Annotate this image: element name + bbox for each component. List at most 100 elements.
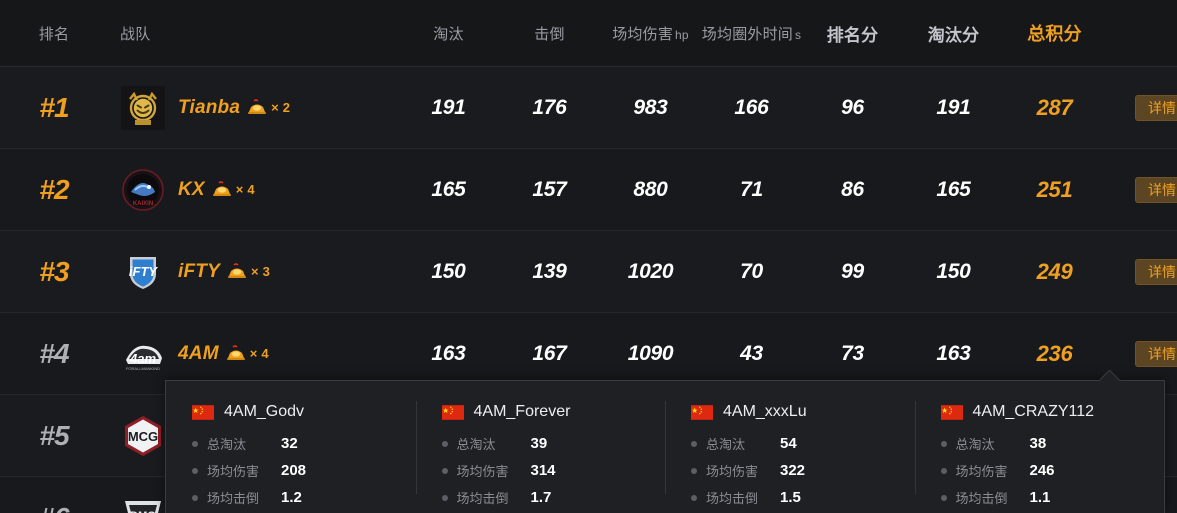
damage-cell: 880 (600, 178, 701, 202)
stat-row-total-elims: 总淘汰 54 (691, 434, 915, 453)
player-name: 4AM_CRAZY112 (972, 403, 1095, 420)
bullet-icon (192, 467, 198, 474)
stat-value: 39 (530, 435, 548, 452)
team-name-text: iFTY (178, 260, 220, 282)
player-card: 4AM_Godv 总淘汰 32 场均伤害 208 场均击倒 1.2 (166, 381, 416, 513)
team-cell: Tianba × 2 (108, 85, 398, 131)
details-button-label: 详情 (1148, 345, 1176, 362)
svg-text:iFTY: iFTY (129, 264, 158, 279)
rank-value: #4 (39, 337, 69, 369)
player-card: 4AM_CRAZY112 总淘汰 38 场均伤害 246 场均击倒 1.1 (914, 381, 1165, 513)
elim-value: 150 (431, 259, 466, 283)
damage-value: 1020 (627, 259, 674, 283)
team-cell: 4am FORALLMANKIND 4AM × 4 (108, 331, 398, 377)
rank-value: #6 (39, 502, 69, 513)
bullet-icon (441, 494, 448, 501)
details-button[interactable]: 详情 (1135, 258, 1177, 285)
cn-flag-icon (441, 404, 464, 420)
column-header-total-points: 总积分 (1004, 20, 1105, 46)
stat-label: 场均伤害 (456, 464, 509, 479)
chicken-count: × 4 (235, 181, 255, 197)
knock-cell: 139 (499, 260, 600, 284)
rank-points-cell: 99 (802, 260, 903, 284)
column-header-knock: 击倒 (499, 23, 600, 44)
column-header-zone-time-unit: s (795, 27, 802, 42)
stat-label: 场均击倒 (207, 491, 260, 506)
svg-text:FORALLMANKIND: FORALLMANKIND (126, 366, 160, 371)
bullet-icon (940, 494, 947, 501)
damage-cell: 1020 (600, 260, 701, 284)
column-header-damage-label: 场均伤害 (612, 25, 674, 43)
cn-flag-icon (691, 404, 713, 420)
knock-value: 139 (532, 259, 567, 283)
details-button[interactable]: 详情 (1135, 176, 1177, 203)
bullet-icon (192, 440, 198, 447)
team-name-text: 4AM (178, 342, 219, 364)
total-points-cell: 287 (1004, 95, 1105, 121)
rank-points-value: 96 (841, 95, 864, 119)
rank-cell: #1 (0, 92, 108, 124)
svg-text:KAIXIN: KAIXIN (133, 201, 153, 207)
action-cell: 详情 (1105, 340, 1177, 367)
table-row[interactable]: #1 Tianba × 2 191 176 983 166 96 191 287 (0, 67, 1177, 149)
stat-row-avg-knocks: 场均击倒 1.5 (691, 488, 915, 507)
player-name: 4AM_xxxLu (723, 403, 807, 420)
stat-label: 场均伤害 (207, 464, 260, 479)
column-header-rank-points-label: 排名分 (826, 25, 879, 45)
damage-value: 983 (633, 95, 668, 119)
chicken-dinner-badge: × 2 (246, 98, 290, 116)
column-header-damage: 场均伤害 hp (600, 23, 701, 44)
4am-logo: 4am FORALLMANKIND (120, 331, 166, 377)
column-header-total-points-label: 总积分 (1027, 24, 1082, 44)
stat-label: 场均伤害 (706, 464, 759, 479)
details-button[interactable]: 详情 (1135, 94, 1177, 121)
stat-label: 场均伤害 (955, 464, 1008, 479)
zone-time-value: 43 (740, 341, 763, 365)
rank-cell: #5 (0, 420, 108, 452)
player-card: 4AM_xxxLu 总淘汰 54 场均伤害 322 场均击倒 1.5 (665, 381, 915, 513)
panel-caret (1100, 370, 1122, 381)
svg-text:MCG: MCG (128, 429, 158, 444)
stat-row-avg-damage: 场均伤害 314 (441, 461, 666, 480)
rank-points-value: 86 (841, 177, 864, 201)
stat-label: 场均击倒 (456, 491, 509, 506)
column-header-elim: 淘汰 (398, 23, 499, 44)
knock-value: 167 (532, 341, 567, 365)
column-header-damage-unit: hp (675, 27, 689, 42)
cn-flag-icon (940, 404, 963, 420)
chicken-dinner-icon (226, 345, 245, 361)
chicken-dinner-badge: × 4 (211, 180, 255, 198)
team-name-text: Tianba (178, 96, 241, 118)
svg-text:DMG: DMG (130, 510, 156, 513)
mcg-logo: MCG (120, 413, 166, 459)
elim-cell: 191 (398, 96, 499, 120)
elim-cell: 163 (398, 342, 499, 366)
stat-value: 32 (281, 435, 298, 452)
total-points-cell: 249 (1004, 259, 1105, 285)
stat-value: 1.7 (530, 489, 552, 506)
dmg-logo: DMG (120, 495, 166, 513)
elim-points-cell: 191 (903, 96, 1004, 120)
zone-time-cell: 71 (701, 178, 802, 202)
rank-cell: #3 (0, 256, 108, 288)
table-header: 排名 战队 淘汰 击倒 场均伤害 hp 场均圈外时间 s 排名分 淘汰分 总积分 (0, 0, 1177, 67)
player-header: 4AM_xxxLu (691, 403, 915, 421)
rank-value: #3 (39, 255, 69, 287)
stat-row-avg-damage: 场均伤害 208 (192, 461, 416, 480)
stat-row-total-elims: 总淘汰 39 (441, 434, 666, 453)
player-header: 4AM_Godv (192, 403, 416, 421)
stat-row-avg-damage: 场均伤害 322 (691, 461, 915, 480)
table-row[interactable]: #2 KAIXIN KX × 4 165 157 880 71 86 165 25… (0, 149, 1177, 231)
leaderboard-app: 排名 战队 淘汰 击倒 场均伤害 hp 场均圈外时间 s 排名分 淘汰分 总积分 #… (0, 0, 1177, 513)
elim-points-value: 191 (936, 95, 971, 119)
column-header-rank: 排名 (0, 23, 108, 44)
damage-cell: 983 (600, 96, 701, 120)
stat-value: 1.5 (780, 489, 801, 506)
bullet-icon (691, 494, 697, 501)
table-row[interactable]: #3 iFTY iFTY × 3 150 139 1020 70 99 150 2… (0, 231, 1177, 313)
stat-row-total-elims: 总淘汰 32 (192, 434, 416, 453)
zone-time-cell: 166 (701, 96, 802, 120)
team-detail-panel: 4AM_Godv 总淘汰 32 场均伤害 208 场均击倒 1.2 4AM_Fo… (165, 380, 1165, 513)
stat-label: 总淘汰 (955, 437, 995, 452)
details-button-expanded[interactable]: 详情 (1135, 340, 1177, 367)
